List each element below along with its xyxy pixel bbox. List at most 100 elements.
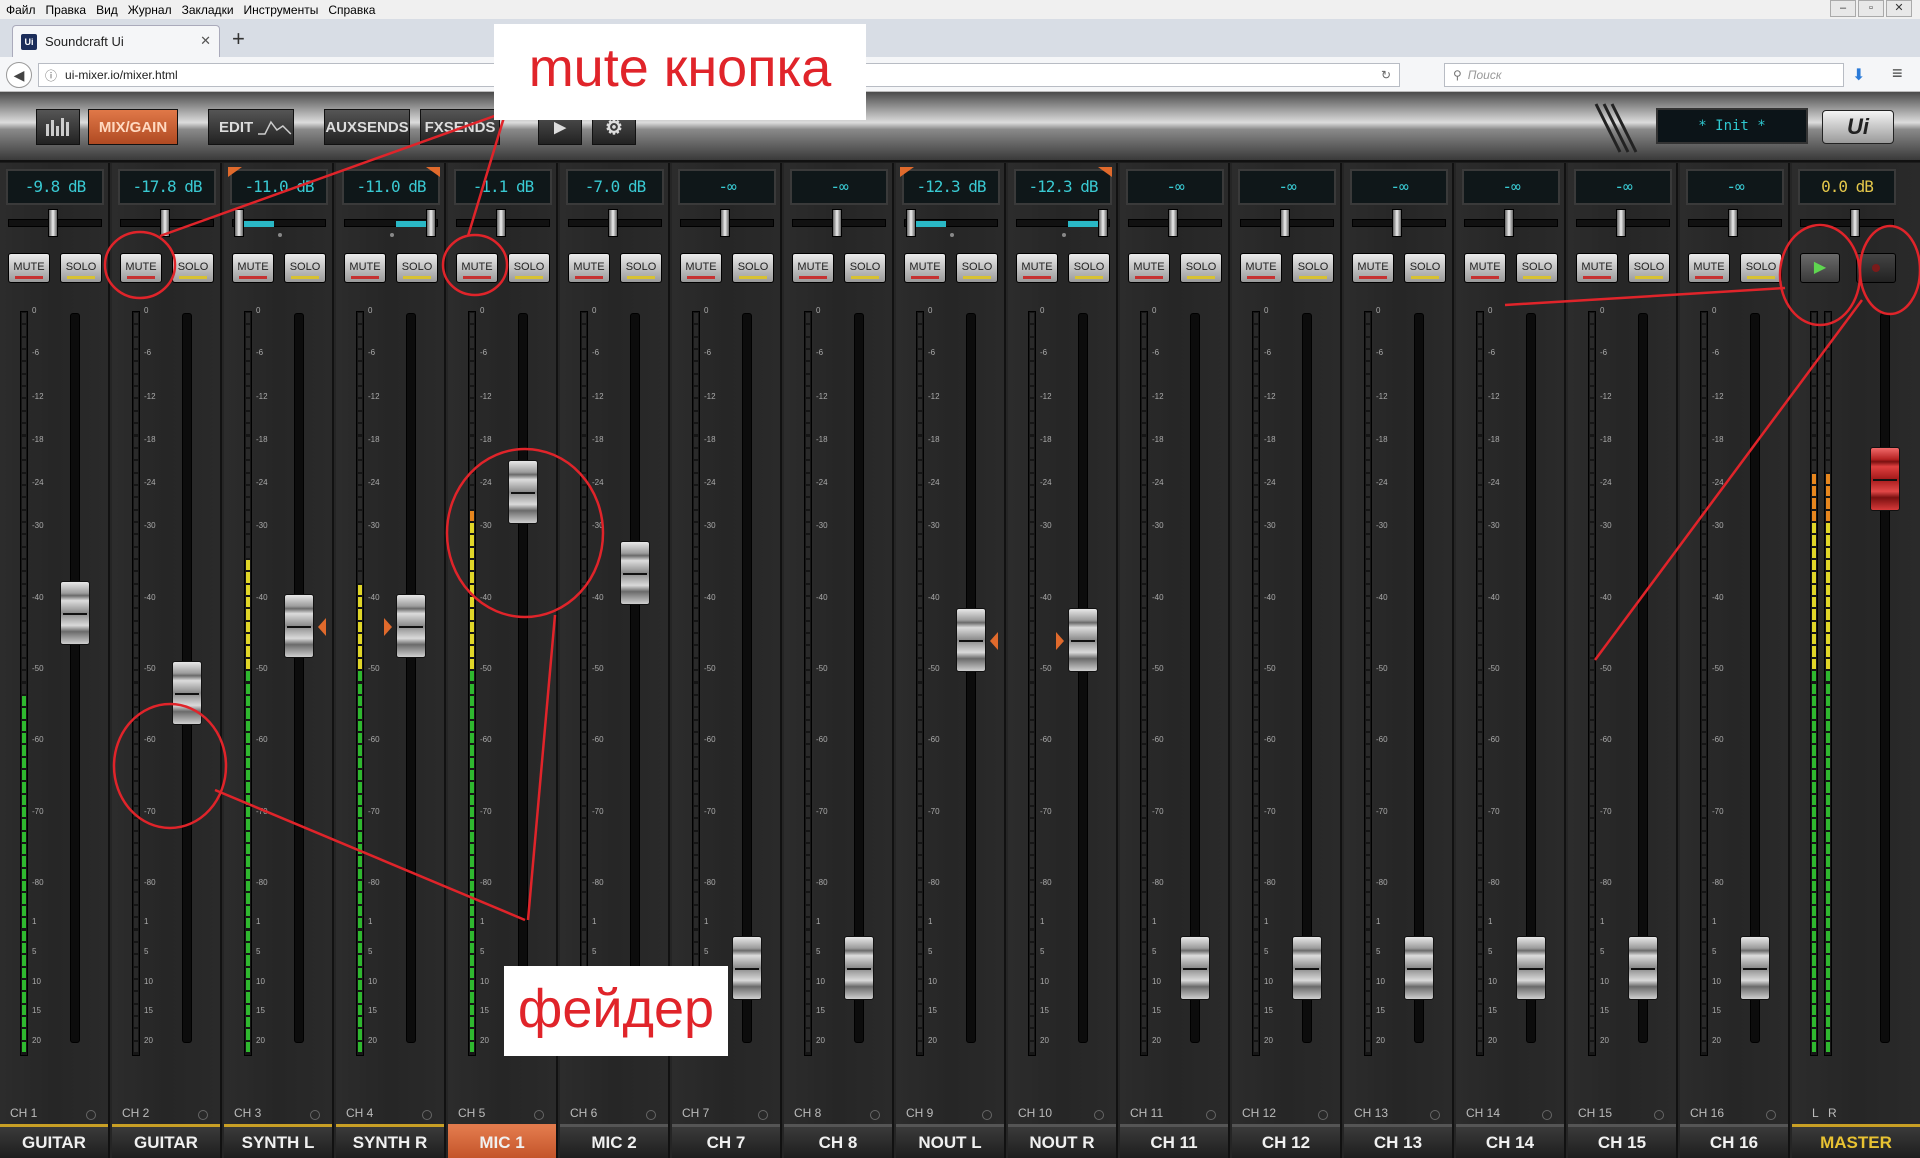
- channel-name[interactable]: CH 7: [672, 1124, 780, 1158]
- link-icon[interactable]: [1654, 1110, 1664, 1120]
- meters-view-button[interactable]: [36, 109, 80, 145]
- fader-knob[interactable]: [844, 936, 874, 1001]
- mute-button[interactable]: MUTE: [1128, 253, 1170, 283]
- solo-button[interactable]: SOLO: [1740, 253, 1782, 283]
- channel-name[interactable]: CH 12: [1232, 1124, 1340, 1158]
- back-icon[interactable]: ◀: [6, 62, 32, 88]
- channel-name[interactable]: NOUT L: [896, 1124, 1004, 1158]
- link-icon[interactable]: [198, 1110, 208, 1120]
- solo-button[interactable]: SOLO: [1180, 253, 1222, 283]
- channel-name[interactable]: CH 16: [1680, 1124, 1788, 1158]
- link-icon[interactable]: [1430, 1110, 1440, 1120]
- level-display[interactable]: -∞: [1686, 169, 1784, 205]
- pan-knob[interactable]: [1168, 209, 1178, 237]
- mute-button[interactable]: MUTE: [8, 253, 50, 283]
- pan-knob[interactable]: [832, 209, 842, 237]
- mute-button[interactable]: MUTE: [904, 253, 946, 283]
- new-tab-icon[interactable]: +: [232, 26, 245, 52]
- pan-knob[interactable]: [426, 209, 436, 237]
- fader-knob[interactable]: [1404, 936, 1434, 1001]
- mute-button[interactable]: MUTE: [1576, 253, 1618, 283]
- channel-name[interactable]: CH 15: [1568, 1124, 1676, 1158]
- level-display[interactable]: -9.8 dB: [6, 169, 104, 205]
- solo-button[interactable]: SOLO: [844, 253, 886, 283]
- link-icon[interactable]: [1094, 1110, 1104, 1120]
- menu-file[interactable]: Файл: [6, 3, 36, 17]
- link-icon[interactable]: [422, 1110, 432, 1120]
- close-window-icon[interactable]: ✕: [1886, 0, 1912, 17]
- fx-sends-tab[interactable]: FXSENDS: [420, 109, 500, 145]
- fader-knob[interactable]: [1068, 607, 1098, 672]
- mute-button[interactable]: MUTE: [120, 253, 162, 283]
- aux-sends-tab[interactable]: AUXSENDS: [324, 109, 410, 145]
- balance-knob[interactable]: [1850, 209, 1860, 237]
- channel-name[interactable]: CH 14: [1456, 1124, 1564, 1158]
- link-icon[interactable]: [982, 1110, 992, 1120]
- link-icon[interactable]: [86, 1110, 96, 1120]
- channel-name[interactable]: MIC 2: [560, 1124, 668, 1158]
- link-icon[interactable]: [1318, 1110, 1328, 1120]
- download-icon[interactable]: ⬇: [1852, 65, 1865, 85]
- link-icon[interactable]: [646, 1110, 656, 1120]
- pan-knob[interactable]: [160, 209, 170, 237]
- channel-name[interactable]: GUITAR: [112, 1124, 220, 1158]
- fader-knob[interactable]: [732, 936, 762, 1001]
- pan-knob[interactable]: [906, 209, 916, 237]
- fader-knob[interactable]: [1516, 936, 1546, 1001]
- mute-button[interactable]: MUTE: [232, 253, 274, 283]
- fader-knob[interactable]: [396, 594, 426, 659]
- solo-button[interactable]: SOLO: [1292, 253, 1334, 283]
- channel-name[interactable]: GUITAR: [0, 1124, 108, 1158]
- link-icon[interactable]: [758, 1110, 768, 1120]
- fader-knob[interactable]: [1740, 936, 1770, 1001]
- level-display[interactable]: -∞: [1574, 169, 1672, 205]
- mute-button[interactable]: MUTE: [1240, 253, 1282, 283]
- menu-history[interactable]: Журнал: [128, 3, 172, 17]
- minimize-icon[interactable]: –: [1830, 0, 1856, 17]
- mute-button[interactable]: MUTE: [680, 253, 722, 283]
- solo-button[interactable]: SOLO: [956, 253, 998, 283]
- master-fader-knob[interactable]: [1870, 447, 1900, 511]
- pan-knob[interactable]: [1504, 209, 1514, 237]
- menu-edit[interactable]: Правка: [46, 3, 87, 17]
- channel-name[interactable]: SYNTH L: [224, 1124, 332, 1158]
- solo-button[interactable]: SOLO: [1628, 253, 1670, 283]
- fader-knob[interactable]: [1292, 936, 1322, 1001]
- mute-button[interactable]: MUTE: [344, 253, 386, 283]
- maximize-icon[interactable]: ▫: [1858, 0, 1884, 17]
- link-icon[interactable]: [1766, 1110, 1776, 1120]
- fader-knob[interactable]: [1628, 936, 1658, 1001]
- master-name[interactable]: MASTER: [1792, 1124, 1920, 1158]
- solo-button[interactable]: SOLO: [60, 253, 102, 283]
- level-display[interactable]: -∞: [1462, 169, 1560, 205]
- channel-name[interactable]: CH 11: [1120, 1124, 1228, 1158]
- level-display[interactable]: -12.3 dB: [902, 169, 1000, 205]
- close-tab-icon[interactable]: ✕: [200, 33, 211, 49]
- mix-gain-tab[interactable]: MIX/GAIN: [88, 109, 178, 145]
- solo-button[interactable]: SOLO: [508, 253, 550, 283]
- search-input[interactable]: ⚲ Поиск: [1444, 63, 1844, 87]
- mute-button[interactable]: MUTE: [792, 253, 834, 283]
- fader-knob[interactable]: [1180, 936, 1210, 1001]
- solo-button[interactable]: SOLO: [284, 253, 326, 283]
- fader-knob[interactable]: [508, 460, 538, 525]
- level-display[interactable]: -∞: [678, 169, 776, 205]
- scene-display[interactable]: * Init *: [1656, 108, 1808, 144]
- level-display[interactable]: -∞: [1350, 169, 1448, 205]
- channel-name[interactable]: SYNTH R: [336, 1124, 444, 1158]
- channel-name[interactable]: MIC 1: [448, 1124, 556, 1158]
- menu-bookmarks[interactable]: Закладки: [182, 3, 234, 17]
- mute-button[interactable]: MUTE: [1688, 253, 1730, 283]
- solo-button[interactable]: SOLO: [1404, 253, 1446, 283]
- menu-view[interactable]: Вид: [96, 3, 118, 17]
- fader-knob[interactable]: [60, 581, 90, 645]
- solo-button[interactable]: SOLO: [620, 253, 662, 283]
- master-level-display[interactable]: 0.0 dB: [1798, 169, 1896, 205]
- level-display[interactable]: -17.8 dB: [118, 169, 216, 205]
- solo-button[interactable]: SOLO: [396, 253, 438, 283]
- link-icon[interactable]: [1542, 1110, 1552, 1120]
- mute-button[interactable]: MUTE: [1352, 253, 1394, 283]
- player-play-icon[interactable]: ▶: [1800, 253, 1840, 283]
- channel-name[interactable]: CH 8: [784, 1124, 892, 1158]
- fader-knob[interactable]: [284, 594, 314, 659]
